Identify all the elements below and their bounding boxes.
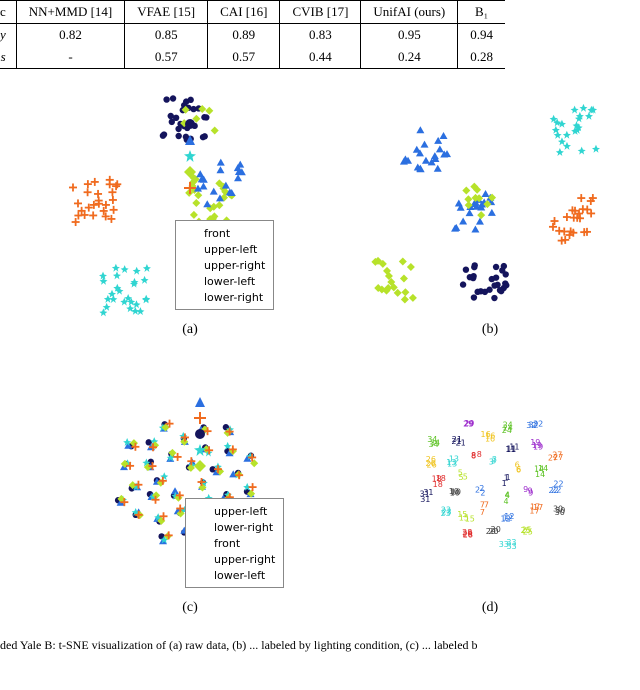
svg-text:8: 8 xyxy=(471,452,476,461)
col-cai: CAI [16] xyxy=(208,1,280,24)
legend-item: upper-left xyxy=(214,505,267,518)
svg-text:18: 18 xyxy=(433,480,443,489)
svg-text:19: 19 xyxy=(530,438,540,447)
svg-text:11: 11 xyxy=(509,443,519,452)
svg-text:7: 7 xyxy=(480,508,485,517)
svg-text:15: 15 xyxy=(465,515,475,524)
table-row: y 0.82 0.85 0.89 0.83 0.95 0.94 xyxy=(0,24,505,47)
legend-item: lower-left xyxy=(214,569,265,582)
legend-item: upper-right xyxy=(214,553,275,566)
figure-caption-fragment: ded Yale B: t-SNE visualization of (a) r… xyxy=(0,638,640,653)
panel-label-d: (d) xyxy=(355,600,625,616)
svg-text:17: 17 xyxy=(533,503,543,512)
scatter-panel-d: 1112223334445556667778889991010101111111… xyxy=(355,368,625,598)
legend-item: lower-right xyxy=(214,521,273,534)
panel-label-b: (b) xyxy=(355,322,625,338)
legend-item: upper-right xyxy=(204,259,265,272)
svg-text:3: 3 xyxy=(491,456,496,465)
svg-text:26: 26 xyxy=(426,459,436,468)
svg-text:5: 5 xyxy=(463,472,468,481)
scatter-plot-d: 1112223334445556667778889991010101111111… xyxy=(355,368,625,598)
svg-text:2: 2 xyxy=(480,488,485,497)
col-vfae: VFAE [15] xyxy=(125,1,208,24)
svg-text:21: 21 xyxy=(452,435,462,444)
svg-text:9: 9 xyxy=(528,488,533,497)
svg-text:27: 27 xyxy=(548,454,558,463)
table-header-row: ric NN+MMD [14] VFAE [15] CAI [16] CVIB … xyxy=(0,1,505,24)
scatter-plot-b xyxy=(355,90,625,320)
panel-label-a: (a) xyxy=(55,322,325,338)
legend-item: front xyxy=(204,227,230,240)
svg-text:14: 14 xyxy=(534,465,544,474)
svg-text:4: 4 xyxy=(505,491,510,500)
svg-text:8: 8 xyxy=(477,450,482,459)
svg-text:33: 33 xyxy=(506,538,516,547)
legend-c: upper-left lower-right front upper-right… xyxy=(185,498,284,588)
results-table: ric NN+MMD [14] VFAE [15] CAI [16] CVIB … xyxy=(0,0,505,69)
svg-text:9: 9 xyxy=(523,485,528,494)
col-cvib: CVIB [17] xyxy=(280,1,361,24)
panel-label-c: (c) xyxy=(55,600,325,616)
scatter-panel-b: (b) xyxy=(355,90,625,320)
col-b1: B₁ xyxy=(458,1,505,24)
legend-item: upper-left xyxy=(204,243,257,256)
svg-text:10: 10 xyxy=(449,487,459,496)
svg-text:29: 29 xyxy=(464,420,474,429)
svg-text:34: 34 xyxy=(430,439,440,448)
svg-text:20: 20 xyxy=(488,527,498,536)
col-nnmmd: NN+MMD [14] xyxy=(16,1,125,24)
legend-a: front upper-left upper-right lower-left … xyxy=(175,220,274,310)
scatter-panel-c: upper-left lower-right front upper-right… xyxy=(55,368,325,598)
svg-text:22: 22 xyxy=(548,486,558,495)
svg-text:13: 13 xyxy=(447,459,457,468)
svg-text:5: 5 xyxy=(458,469,463,478)
col-metric: ric xyxy=(0,1,16,24)
col-unifai: UnifAI (ours) xyxy=(361,1,458,24)
svg-text:23: 23 xyxy=(441,508,451,517)
svg-text:32: 32 xyxy=(529,421,539,430)
scatter-panel-a: front upper-left upper-right lower-left … xyxy=(55,90,325,320)
table-row: s - 0.57 0.57 0.44 0.24 0.28 xyxy=(0,46,505,69)
svg-text:6: 6 xyxy=(515,460,520,469)
svg-text:31: 31 xyxy=(420,489,430,498)
legend-item: front xyxy=(214,537,240,550)
svg-text:25: 25 xyxy=(522,526,532,535)
legend-item: lower-right xyxy=(204,291,263,304)
svg-text:1: 1 xyxy=(505,473,510,482)
svg-text:24: 24 xyxy=(502,426,512,435)
svg-text:16: 16 xyxy=(485,435,495,444)
legend-item: lower-left xyxy=(204,275,255,288)
svg-text:30: 30 xyxy=(553,504,563,513)
svg-text:28: 28 xyxy=(463,530,473,539)
svg-text:12: 12 xyxy=(504,512,514,521)
